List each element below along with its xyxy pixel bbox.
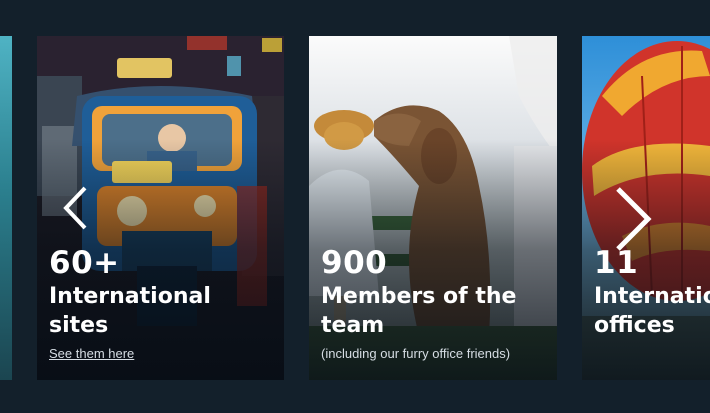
stat-number: 60+ — [49, 245, 120, 281]
card-content: 60+ International sites See them here — [49, 246, 276, 363]
stat-number: 900 — [321, 245, 388, 281]
card-content: 900 Members of the team (including our f… — [321, 246, 549, 361]
stats-carousel: 60+ International sites See them here 90… — [0, 0, 710, 413]
carousel-next-button[interactable] — [612, 185, 654, 253]
see-sites-link[interactable]: See them here — [49, 346, 134, 361]
chevron-left-icon — [63, 186, 87, 230]
stat-label: International offices — [594, 284, 710, 338]
stat-card-team: 900 Members of the team (including our f… — [309, 36, 557, 380]
stat-label: Members of the team — [321, 284, 517, 338]
stat-note: (including our furry office friends) — [321, 346, 511, 361]
carousel-prev-button[interactable] — [60, 184, 90, 232]
stat-label: International sites — [49, 284, 211, 338]
card-partial-left — [0, 36, 12, 380]
card-content: 11 International offices — [594, 246, 710, 340]
chevron-right-icon — [616, 187, 652, 251]
